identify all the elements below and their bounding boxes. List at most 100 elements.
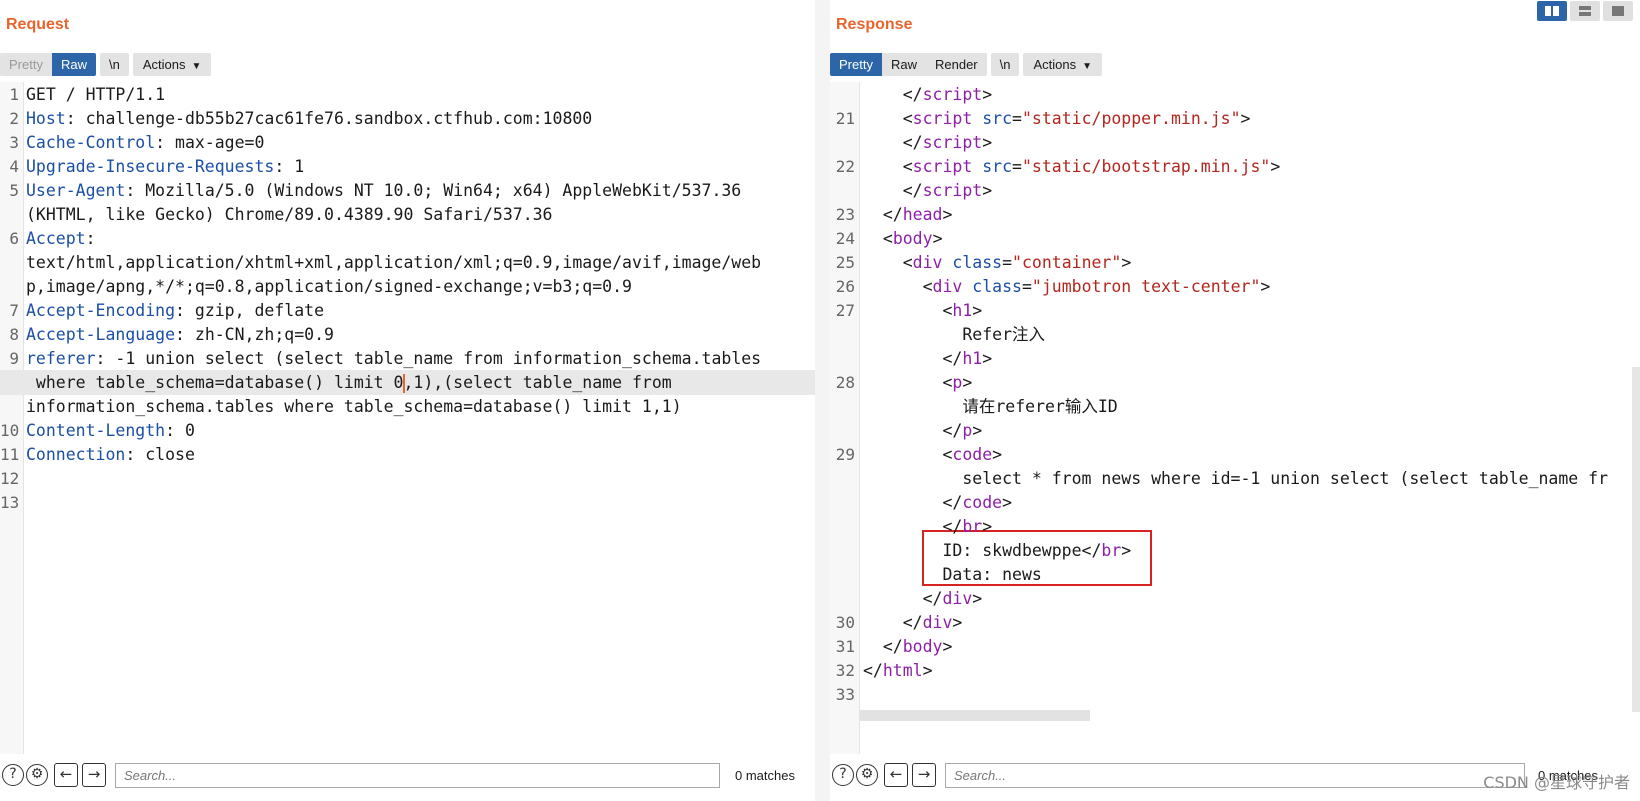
line-text: </div> xyxy=(863,586,983,611)
line-number: 12 xyxy=(0,469,20,488)
request-raw-tab[interactable]: Raw xyxy=(51,52,96,76)
response-newline-toggle[interactable]: \n xyxy=(990,52,1020,76)
code-line: Data: news xyxy=(830,562,1640,587)
code-line: </div> xyxy=(830,586,1640,611)
line-text: <code> xyxy=(863,442,1002,467)
code-token: > xyxy=(972,301,983,320)
code-token: : gzip, deflate xyxy=(175,301,325,320)
line-number: 7 xyxy=(9,301,19,320)
line-number: 27 xyxy=(835,301,855,320)
code-line: 10 Content-Length: 0 xyxy=(0,418,815,443)
arrow-left-icon[interactable]: ← xyxy=(54,763,78,787)
code-line: 22 <script src="static/bootstrap.min.js"… xyxy=(830,154,1640,179)
request-search-input[interactable]: Search... xyxy=(115,763,720,788)
code-token: > xyxy=(972,421,983,440)
code-line: 1 GET / HTTP/1.1 xyxy=(0,82,815,107)
side-by-side-layout-icon[interactable] xyxy=(1537,1,1567,21)
code-line: </script> xyxy=(830,130,1640,155)
request-newline-toggle[interactable]: \n xyxy=(99,52,129,76)
request-pretty-tab[interactable]: Pretty xyxy=(0,52,52,76)
code-token: "container" xyxy=(1012,253,1122,272)
line-text: <script src="static/bootstrap.min.js"> xyxy=(863,154,1281,179)
code-line: 4 Upgrade-Insecure-Requests: 1 xyxy=(0,154,815,179)
request-view-toggle: Pretty Raw xyxy=(0,52,96,76)
line-text: </html> xyxy=(863,658,933,683)
code-token: > xyxy=(1002,493,1013,512)
code-token: > xyxy=(942,637,953,656)
code-token: < xyxy=(863,373,953,392)
code-token: ID: skwdbewppe</ xyxy=(863,541,1102,560)
code-token: </ xyxy=(863,661,883,680)
line-number: 22 xyxy=(835,157,855,176)
code-token: html xyxy=(882,661,923,680)
panel-divider[interactable] xyxy=(815,0,830,801)
code-token: > xyxy=(922,661,933,680)
response-editor[interactable]: </script> 21 <script src="static/popper.m… xyxy=(830,82,1640,754)
code-token: Data: news xyxy=(863,565,1042,584)
code-line: 30 </div> xyxy=(830,610,1640,635)
response-render-tab[interactable]: Render xyxy=(925,52,987,76)
code-token: h1 xyxy=(962,349,983,368)
line-text: Accept-Encoding: gzip, deflate xyxy=(26,298,324,323)
tabbed-layout-icon[interactable] xyxy=(1603,1,1633,21)
code-token: < xyxy=(863,229,893,248)
code-token: = xyxy=(1012,157,1022,176)
response-actions-menu[interactable]: Actions ▼ xyxy=(1023,52,1103,76)
code-token: script xyxy=(912,109,973,128)
stacked-layout-icon[interactable] xyxy=(1570,1,1600,21)
code-token: > xyxy=(982,181,993,200)
code-token: > xyxy=(982,349,993,368)
code-line: 27 <h1> xyxy=(830,298,1640,323)
code-token: Cache-Control xyxy=(26,133,156,152)
code-token: div xyxy=(932,277,963,296)
line-number: 26 xyxy=(835,277,855,296)
help-icon[interactable]: ? xyxy=(832,764,854,786)
code-token: div xyxy=(922,613,953,632)
request-editor[interactable]: 1 GET / HTTP/1.1 2 Host: challenge-db55b27c… xyxy=(0,82,815,754)
help-icon[interactable]: ? xyxy=(2,764,24,786)
line-text: </h1> xyxy=(863,346,992,371)
code-line: (KHTML, like Gecko) Chrome/89.0.4389.90 … xyxy=(0,202,815,227)
line-text: </body> xyxy=(863,634,953,659)
gear-icon[interactable]: ⚙ xyxy=(26,764,48,786)
response-raw-tab[interactable]: Raw xyxy=(881,52,926,76)
request-title: Request xyxy=(6,16,70,33)
response-search-input[interactable]: Search... xyxy=(945,763,1525,788)
arrow-right-icon[interactable]: → xyxy=(82,763,106,787)
code-token: ,1),(select table_name from xyxy=(403,373,672,392)
line-text: <div class="container"> xyxy=(863,250,1132,275)
code-line: 25 <div class="container"> xyxy=(830,250,1640,275)
layout-switcher xyxy=(1537,1,1633,21)
code-token: </ xyxy=(863,205,903,224)
code-token: p xyxy=(952,373,963,392)
response-pretty-tab[interactable]: Pretty xyxy=(830,52,882,76)
line-number: 11 xyxy=(0,445,20,464)
arrow-right-icon[interactable]: → xyxy=(912,763,936,787)
code-token: referer xyxy=(26,349,96,368)
code-token: : 1 xyxy=(274,157,305,176)
horizontal-scrollbar[interactable] xyxy=(860,710,1090,721)
line-number: 13 xyxy=(0,493,20,512)
request-actions-menu[interactable]: Actions ▼ xyxy=(132,52,212,76)
request-match-count: 0 matches xyxy=(735,768,795,783)
code-line: 3 Cache-Control: max-age=0 xyxy=(0,130,815,155)
line-text: User-Agent: Mozilla/5.0 (Windows NT 10.0… xyxy=(26,178,741,203)
code-line: 12 xyxy=(0,466,815,491)
arrow-left-icon[interactable]: ← xyxy=(884,763,908,787)
code-token: GET / HTTP/1.1 xyxy=(26,85,166,104)
code-token: </ xyxy=(863,133,923,152)
code-line: 8 Accept-Language: zh-CN,zh;q=0.9 xyxy=(0,322,815,347)
code-token: body xyxy=(892,229,933,248)
line-text: Connection: close xyxy=(26,442,195,467)
code-token: < xyxy=(863,109,913,128)
response-title: Response xyxy=(836,16,913,33)
line-text: </br> xyxy=(863,514,992,539)
code-token: Upgrade-Insecure-Requests xyxy=(26,157,275,176)
code-token: code xyxy=(952,445,993,464)
code-line: </script> xyxy=(830,178,1640,203)
code-line: 9 referer: -1 union select (select table_… xyxy=(0,346,815,371)
code-token: </ xyxy=(863,517,963,536)
gear-icon[interactable]: ⚙ xyxy=(856,764,878,786)
code-token: > xyxy=(972,589,983,608)
code-token: > xyxy=(982,85,993,104)
